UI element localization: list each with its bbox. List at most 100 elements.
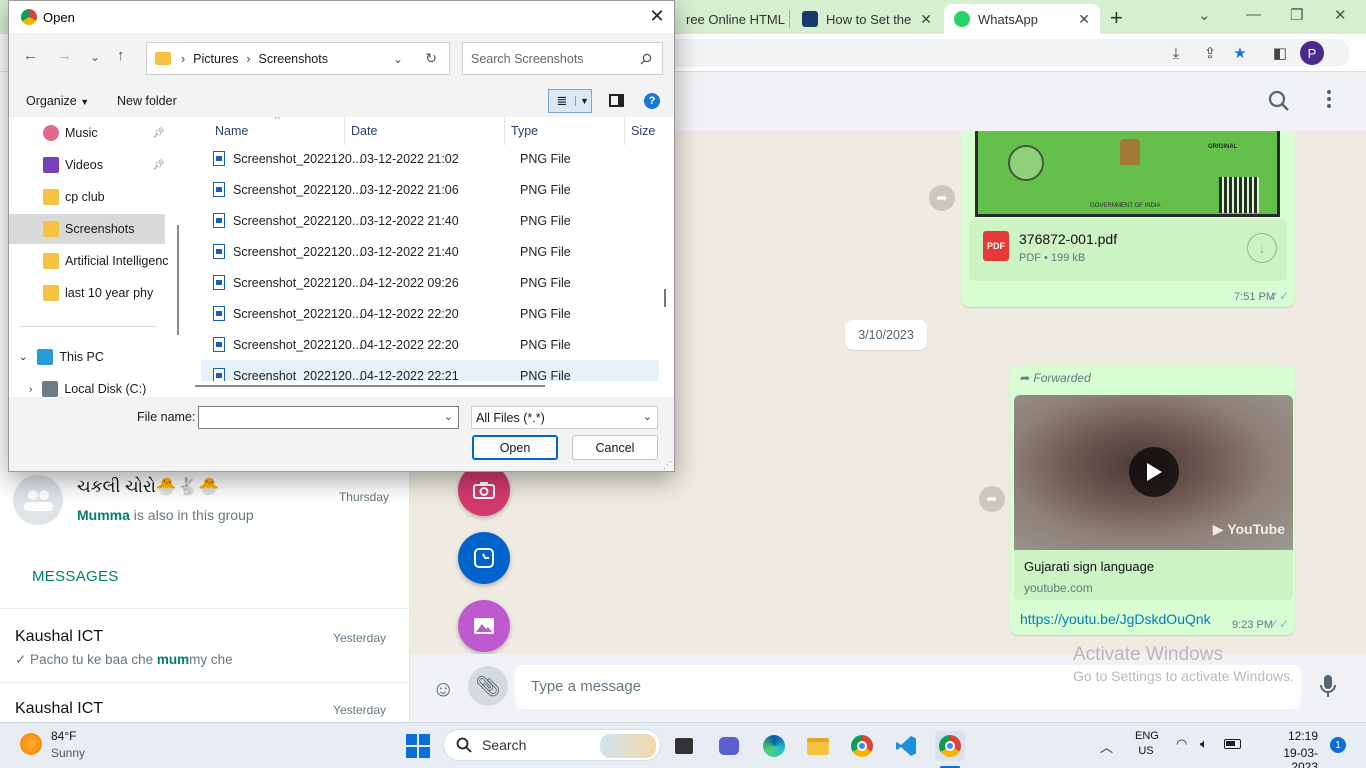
tree-item-cp-club[interactable]: cp club (9, 182, 165, 212)
file-name-history-chevron-icon[interactable]: ⌄ (444, 410, 453, 423)
maximize-icon[interactable]: ❐ (1290, 6, 1303, 24)
chrome-profile-icon[interactable] (935, 731, 965, 761)
start-button[interactable] (403, 731, 433, 761)
task-view-icon[interactable] (669, 731, 699, 761)
breadcrumb-history-chevron-icon[interactable]: ⌄ (393, 52, 403, 66)
battery-icon[interactable] (1224, 739, 1241, 749)
browser-tab[interactable]: ree Online HTML (676, 4, 786, 34)
chat-app-icon[interactable] (714, 731, 744, 761)
photos-button[interactable] (458, 600, 510, 652)
recent-locations-chevron-icon[interactable]: ⌄ (90, 50, 100, 64)
tab-search-icon[interactable]: ⌄ (1198, 6, 1211, 24)
vscode-icon[interactable] (891, 731, 921, 761)
collapse-chevron-icon[interactable]: › (29, 384, 32, 395)
forward-icon[interactable]: ➦ (929, 185, 955, 211)
file-list-scrollbar-thumb[interactable] (664, 289, 666, 307)
chat-list-item[interactable]: ચકલી ચોરો🐣🐇🐣 Thursday Mumma is also in t… (0, 475, 410, 535)
profile-avatar[interactable]: P (1300, 41, 1324, 65)
message-link[interactable]: https://youtu.be/JgDskdOuQnk (1020, 611, 1211, 627)
tree-item-ai[interactable]: Artificial Intelligenc (9, 246, 175, 276)
tab-close-icon[interactable]: ✕ (912, 11, 932, 28)
edge-browser-icon[interactable] (759, 731, 789, 761)
tree-item-screenshots[interactable]: Screenshots (9, 214, 165, 244)
horizontal-scrollbar[interactable] (183, 381, 674, 397)
column-header-name[interactable]: Name (209, 117, 345, 145)
address-breadcrumb[interactable]: › Pictures › Screenshots ⌄ ↻ (146, 42, 450, 75)
download-icon[interactable]: ↓ (1247, 233, 1277, 263)
emoji-icon[interactable]: ☺ (432, 676, 454, 702)
expand-chevron-icon[interactable]: ⌄ (19, 352, 27, 363)
clock[interactable]: 12:19 19-03-2023 (1258, 729, 1318, 768)
wifi-icon[interactable]: ◠ (1176, 736, 1187, 752)
link-preview[interactable]: Gujarati sign language youtube.com (1014, 550, 1293, 600)
close-window-icon[interactable]: ✕ (1334, 6, 1347, 24)
file-row[interactable]: Screenshot_2022120... 03-12-2022 21:40 PNG… (201, 205, 659, 236)
up-arrow-icon[interactable]: ↑ (117, 47, 125, 64)
column-header-size[interactable]: Size (625, 117, 674, 145)
file-row[interactable]: Screenshot_2022120... 04-12-2022 09:26 PNG… (201, 267, 659, 298)
resize-grip-icon[interactable]: ⋰ (663, 460, 672, 471)
browser-tab[interactable]: How to Set the W ✕ (792, 4, 942, 34)
navigation-scrollbar[interactable] (175, 117, 183, 397)
microphone-icon[interactable] (1320, 674, 1336, 701)
file-row[interactable]: Screenshot_2022120... 03-12-2022 21:40 PNG… (201, 236, 659, 267)
tree-item-last-10-year-phy[interactable]: last 10 year phy (9, 278, 165, 308)
search-input[interactable]: Search Screenshots (462, 42, 663, 75)
file-row[interactable]: Screenshot_2022120... 04-12-2022 22:20 PNG… (201, 329, 659, 360)
language-indicator[interactable]: ENG US (1135, 730, 1159, 757)
weather-sun-icon[interactable] (20, 733, 42, 755)
browser-tab-active[interactable]: WhatsApp ✕ (944, 4, 1100, 34)
minimize-icon[interactable]: — (1246, 6, 1261, 23)
tree-item-this-pc[interactable]: ⌄ This PC (9, 342, 165, 372)
document-thumbnail[interactable]: ORIGINAL GOVERNMENT OF INDIA (975, 131, 1280, 217)
open-button[interactable]: Open (472, 435, 558, 460)
message-result-item[interactable]: Kaushal ICT Yesterday ✓ Pacho tu ke baa … (0, 628, 410, 678)
back-arrow-icon[interactable]: ← (23, 47, 38, 64)
install-app-icon[interactable]: ⤓ (1166, 43, 1186, 63)
cancel-button[interactable]: Cancel (572, 435, 658, 460)
file-row[interactable]: Screenshot_2022120... 03-12-2022 21:06 PNG… (201, 174, 659, 205)
side-panel-icon[interactable]: ◧ (1270, 43, 1290, 63)
chrome-icon[interactable] (847, 731, 877, 761)
attach-icon[interactable]: 📎︎ (468, 666, 508, 706)
taskbar-search[interactable]: Search (443, 729, 661, 761)
file-row[interactable]: Screenshot_2022120... 04-12-2022 22:21 PNG… (201, 360, 659, 381)
tree-item-local-disk[interactable]: › Local Disk (C:) (9, 374, 165, 397)
scrollbar-thumb[interactable] (177, 225, 179, 335)
file-row[interactable]: Screenshot_2022120... 03-12-2022 21:02 PNG… (201, 143, 659, 174)
tree-item-videos[interactable]: Videos 📌︎ (9, 150, 165, 180)
message-result-item[interactable]: Kaushal ICT Yesterday (0, 700, 410, 722)
file-name-input[interactable]: ⌄ (198, 406, 459, 429)
scrollbar-thumb[interactable] (195, 385, 545, 387)
video-thumbnail[interactable]: ▶ YouTube (1014, 395, 1293, 550)
notification-badge[interactable]: 1 (1330, 737, 1346, 753)
preview-pane-icon[interactable] (609, 94, 624, 107)
new-tab-button[interactable]: + (1110, 5, 1123, 31)
close-icon[interactable]: ✕ (646, 5, 668, 27)
refresh-icon[interactable]: ↻ (425, 50, 437, 67)
new-folder-button[interactable]: New folder (117, 94, 177, 108)
search-icon[interactable] (1268, 90, 1290, 118)
document-info[interactable]: PDF 376872-001.pdf PDF • 199 kB ↓ (969, 219, 1287, 281)
column-header-date[interactable]: Date (345, 117, 505, 145)
sticker-button[interactable] (458, 532, 510, 584)
share-icon[interactable]: ⇪ (1200, 43, 1220, 63)
play-icon[interactable] (1129, 447, 1179, 497)
forward-icon[interactable]: ➦ (979, 486, 1005, 512)
bookmark-star-icon[interactable]: ★ (1230, 43, 1250, 63)
menu-icon[interactable] (1326, 89, 1332, 115)
file-type-select[interactable]: All Files (*.*) ⌄ (471, 406, 658, 429)
pin-icon[interactable]: 📌︎ (152, 128, 165, 139)
tab-close-icon[interactable]: ✕ (1070, 11, 1090, 28)
volume-icon[interactable]: 🔈︎ (1200, 736, 1208, 752)
forward-arrow-icon[interactable]: → (57, 47, 72, 64)
pin-icon[interactable]: 📌︎ (152, 160, 165, 171)
weather-temp[interactable]: 84°F (51, 729, 76, 743)
organize-button[interactable]: Organize ▼ (26, 94, 89, 108)
view-mode-button[interactable]: ≣ ▼ (548, 89, 592, 113)
file-row[interactable]: Screenshot_2022120... 04-12-2022 22:20 PNG… (201, 298, 659, 329)
breadcrumb-item[interactable]: Screenshots (259, 52, 328, 66)
file-explorer-icon[interactable] (803, 731, 833, 761)
help-icon[interactable]: ? (644, 93, 660, 109)
breadcrumb-item[interactable]: Pictures (193, 52, 238, 66)
